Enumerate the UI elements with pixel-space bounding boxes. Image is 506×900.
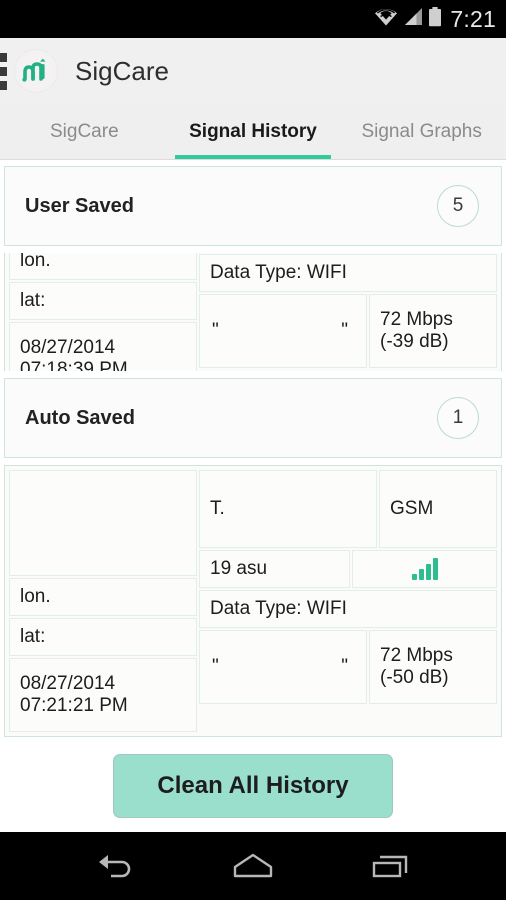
timestamp-date: 08/27/2014 [20, 336, 116, 358]
footer: Clean All History [0, 740, 506, 832]
record-card-user-saved-clip: lon. lat: 08/27/2014 07:18:39 PM T. GSM [4, 253, 502, 371]
carrier-cell: T. [199, 470, 377, 548]
status-bar: 7:21 [0, 0, 506, 38]
status-bar-clock: 7:21 [450, 5, 496, 32]
status-badge: 1 [437, 397, 479, 439]
record-left-column: lon. lat: 08/27/2014 07:18:39 PM [8, 253, 198, 371]
wifi-icon [374, 7, 398, 31]
link-speed-value: 72 Mbps [380, 308, 453, 330]
ssid-redacted-value: " " [210, 320, 356, 342]
section-header-auto-saved[interactable]: Auto Saved 1 [4, 378, 502, 458]
app-title: SigCare [75, 55, 169, 86]
latitude-cell: lat: [9, 618, 197, 656]
record-right-column: T. GSM 19 asu Data Type: WIFI [198, 253, 498, 371]
map-thumbnail-cell [9, 470, 197, 576]
cellular-signal-icon [403, 7, 423, 31]
timestamp-cell: 08/27/2014 07:21:21 PM [9, 658, 197, 732]
timestamp-cell: 08/27/2014 07:18:39 PM [9, 322, 197, 371]
home-icon[interactable] [221, 841, 285, 891]
carrier-row: T. GSM [198, 469, 498, 549]
ssid-open-quote: " [212, 655, 219, 677]
network-type-cell: GSM [379, 470, 497, 548]
signal-bars-cell [352, 550, 497, 588]
section-title: Auto Saved [25, 406, 136, 429]
tab-bar: SigCare Signal History Signal Graphs [0, 104, 506, 160]
clean-all-history-button[interactable]: Clean All History [113, 754, 393, 818]
ssid-cell: " " [199, 294, 367, 368]
tab-sigcare[interactable]: SigCare [0, 104, 169, 159]
section-header-user-saved[interactable]: User Saved 5 [4, 166, 502, 246]
timestamp-time: 07:18:39 PM [20, 359, 128, 371]
app-root: 7:21 SigCare SigCare Signal History Sign… [0, 0, 506, 900]
ssid-speed-row: " " 72 Mbps (-39 dB) [198, 293, 498, 369]
ssid-close-quote: " [341, 655, 348, 677]
signal-bars-icon [411, 558, 438, 580]
status-bar-icons [374, 6, 442, 32]
record-right-column: T. GSM 19 asu Data Type: WIFI " " 72 Mbp… [198, 469, 498, 733]
ssid-speed-row: " " 72 Mbps (-50 dB) [198, 629, 498, 705]
tab-signal-graphs[interactable]: Signal Graphs [337, 104, 506, 159]
data-type-cell: Data Type: WIFI [199, 590, 497, 628]
ssid-close-quote: " [341, 319, 348, 341]
link-speed-cell: 72 Mbps (-50 dB) [369, 630, 497, 704]
android-nav-bar [0, 832, 506, 900]
longitude-cell: lon. [9, 578, 197, 616]
recent-apps-icon[interactable] [359, 841, 423, 891]
record-card[interactable]: lon. lat: 08/27/2014 07:21:21 PM T. GSM … [4, 465, 502, 737]
back-arrow-icon[interactable] [83, 841, 147, 891]
link-speed-cell: 72 Mbps (-39 dB) [369, 294, 497, 368]
ssid-open-quote: " [212, 319, 219, 341]
section-title: User Saved [25, 194, 134, 217]
app-bar: SigCare [0, 38, 506, 104]
latitude-cell: lat: [9, 282, 197, 320]
ssid-redacted-value: " " [210, 656, 356, 678]
record-card[interactable]: lon. lat: 08/27/2014 07:18:39 PM T. GSM [4, 253, 502, 371]
sigcare-logo-icon [14, 49, 58, 93]
signal-level-value: (-39 dB) [380, 331, 449, 352]
link-speed-value: 72 Mbps [380, 644, 453, 666]
history-scroll-area[interactable]: User Saved 5 lon. lat: 08/27/2014 07:18:… [0, 160, 506, 740]
asu-cell: 19 asu [199, 550, 350, 588]
tab-signal-history[interactable]: Signal History [169, 104, 338, 159]
timestamp-date: 08/27/2014 [20, 672, 116, 694]
ssid-cell: " " [199, 630, 367, 704]
record-table: lon. lat: 08/27/2014 07:21:21 PM T. GSM … [8, 469, 498, 733]
longitude-cell: lon. [9, 253, 197, 280]
data-type-cell: Data Type: WIFI [199, 254, 497, 292]
record-left-column: lon. lat: 08/27/2014 07:21:21 PM [8, 469, 198, 733]
asu-row: 19 asu [198, 549, 498, 589]
status-badge: 5 [437, 185, 479, 227]
timestamp-time: 07:21:21 PM [20, 695, 128, 716]
record-table: lon. lat: 08/27/2014 07:18:39 PM T. GSM [8, 253, 498, 371]
drawer-dots-icon[interactable] [0, 52, 8, 90]
battery-icon [428, 6, 442, 32]
signal-level-value: (-50 dB) [380, 667, 449, 688]
